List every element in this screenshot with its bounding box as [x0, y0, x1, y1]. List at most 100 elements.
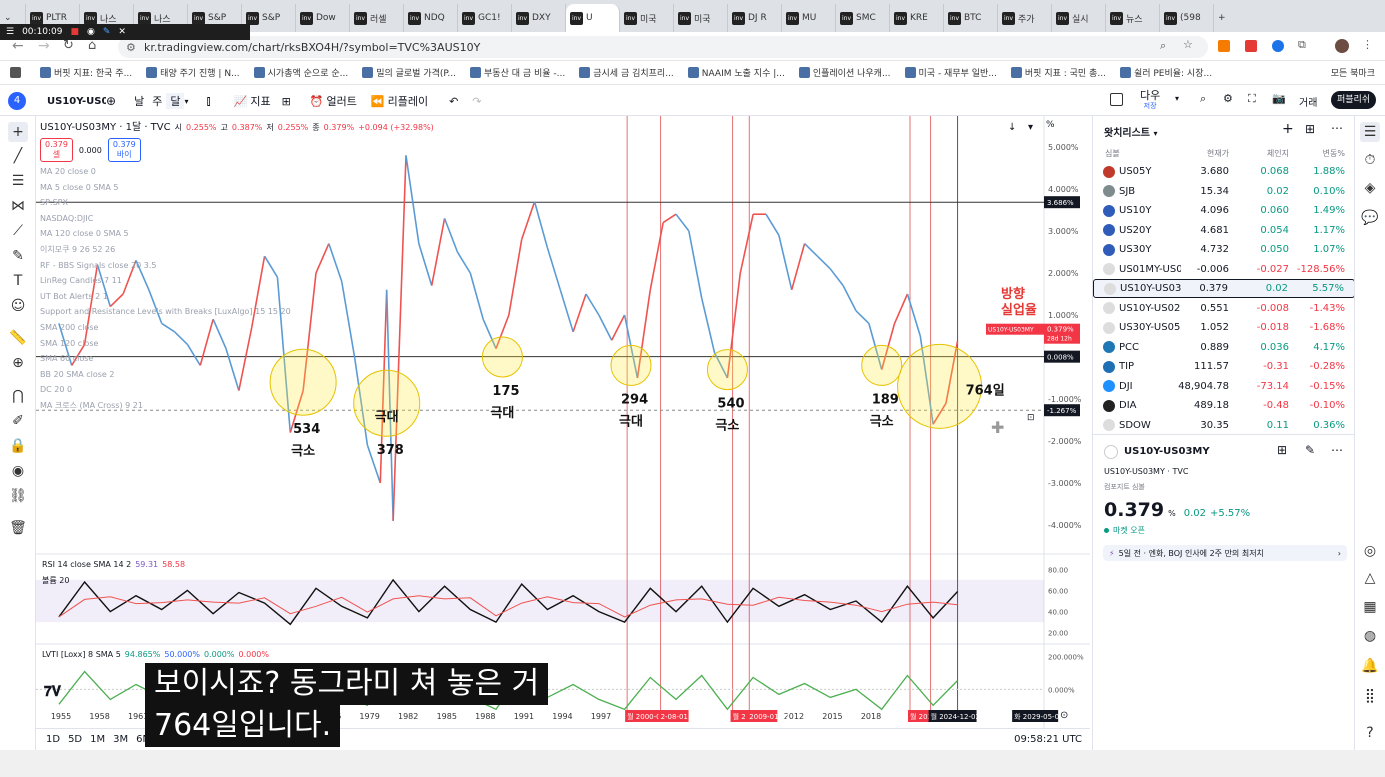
text-icon[interactable]: T — [8, 271, 28, 291]
browser-tab[interactable]: inv KRE — [890, 4, 944, 32]
watchlist-row[interactable]: US30Y-US05 1.052 -0.018 -1.68% — [1093, 318, 1355, 337]
bookmark-star-icon[interactable]: ☆ — [1183, 38, 1193, 51]
calendar-icon[interactable]: ▦ — [1360, 597, 1380, 617]
browser-tab[interactable]: inv 실시 — [1052, 4, 1106, 32]
extensions-icon[interactable]: ⧉ — [1298, 38, 1306, 52]
pen-icon[interactable]: ✎ — [103, 27, 111, 37]
legend-title[interactable]: US10Y-US03MY · 1달 · TVC — [40, 120, 171, 135]
all-bookmarks[interactable]: 모든 북마크 — [1331, 66, 1375, 79]
col-last[interactable]: 현재가 — [1207, 148, 1229, 159]
clock-time[interactable]: 09:58:21 UTC — [1014, 734, 1082, 745]
lvti-label[interactable]: LVTI [Loxx] 8 SMA 5 — [42, 650, 121, 659]
candle-type-icon[interactable]: ⫾ — [206, 94, 210, 109]
broadcast-icon[interactable]: ◍ — [1360, 626, 1380, 646]
templates-icon[interactable]: ⊞ — [282, 95, 291, 108]
quick-search-icon[interactable]: ⌕ — [1200, 92, 1206, 106]
camera-icon[interactable]: ◉ — [87, 27, 95, 37]
add-symbol-icon[interactable]: ⊕ — [106, 94, 116, 108]
news-item[interactable]: ⚡ 5일 전 · 엔화, BOJ 인사에 2주 만의 최저치 › — [1103, 545, 1347, 561]
emoji-icon[interactable]: ☺ — [8, 296, 28, 316]
apps-grid-icon[interactable]: ⣿ — [1360, 686, 1380, 706]
indicator-item[interactable]: SMA 200 close — [40, 320, 434, 336]
browser-tab[interactable]: inv DJ R — [728, 4, 782, 32]
profile-avatar[interactable] — [1335, 39, 1349, 53]
reload-icon[interactable]: ↻ — [63, 38, 74, 53]
range-button[interactable]: 1D — [46, 734, 60, 745]
timezone-settings-icon[interactable]: ⊙ — [1060, 710, 1068, 721]
ruler-icon[interactable]: 📏 — [8, 328, 28, 348]
crosshair-icon[interactable]: + — [8, 122, 28, 142]
watchlist-row[interactable]: SJB 15.34 0.02 0.10% — [1093, 182, 1355, 201]
indicator-item[interactable]: NASDAQ:DJIC — [40, 211, 434, 227]
bookmark-item[interactable]: 태양 주기 진행 | N... — [146, 66, 240, 79]
indicator-item[interactable]: BB 20 SMA close 2 — [40, 367, 434, 383]
trade-button[interactable]: 거래 — [1299, 94, 1317, 109]
extension-icon-2[interactable] — [1245, 40, 1257, 52]
fib-icon[interactable]: ☰ — [8, 171, 28, 191]
bookmark-item[interactable]: 쉴러 PE비율: 시장... — [1119, 66, 1212, 79]
indicator-item[interactable]: RF - BBS Signals close 20 3.5 — [40, 258, 434, 274]
eye-icon[interactable]: ◉ — [8, 461, 28, 481]
watchlist-row[interactable]: DIA 489.18 -0.48 -0.10% — [1093, 396, 1355, 415]
pattern-icon[interactable]: ⋈ — [8, 196, 28, 216]
bookmark-item[interactable]: 미국 - 재무부 일반... — [904, 66, 997, 79]
trash-icon[interactable]: 🗑 — [8, 518, 28, 538]
tv-logo-avatar[interactable]: 4 — [8, 92, 26, 110]
zoom-icon[interactable]: ⌕ — [1160, 39, 1166, 53]
bookmark-item[interactable]: 버핏 지표: 한국 주... — [40, 66, 132, 79]
layout-square-icon[interactable] — [1110, 93, 1123, 106]
indicator-item[interactable]: SMA 60 close — [40, 351, 434, 367]
snapshot-camera-icon[interactable]: 📷 — [1272, 92, 1286, 105]
range-button[interactable]: 1M — [90, 734, 105, 745]
advanced-view-icon[interactable]: ⊞ — [1305, 122, 1315, 136]
scroll-down-icon[interactable]: ↓ — [1008, 122, 1016, 133]
chart-menu-icon[interactable]: ▾ — [1028, 122, 1033, 133]
interval-month[interactable]: 달 — [166, 93, 185, 109]
add-symbol-plus-icon[interactable]: + — [1282, 121, 1294, 137]
trend-line-icon[interactable]: ╱ — [8, 146, 28, 166]
buy-button[interactable]: 0.379 바이 — [107, 138, 141, 162]
alerts-clock-icon[interactable]: ⏱ — [1360, 150, 1380, 170]
watchlist-title[interactable]: 왓치리스트 ▾ — [1104, 124, 1158, 139]
settings-gear-icon[interactable]: ⚙ — [1223, 92, 1233, 105]
target-icon[interactable]: ◎ — [1360, 541, 1380, 561]
browser-tab[interactable]: inv Dow — [296, 4, 350, 32]
url-input[interactable]: ⚙ kr.tradingview.com/chart/rksBXO4H/?sym… — [118, 36, 1208, 58]
watchlist-row[interactable]: US10Y-US03 0.379 0.02 5.57% — [1093, 279, 1355, 298]
watchlist-icon[interactable]: ☰ — [1360, 122, 1380, 142]
stay-drawing-icon[interactable]: ✐ — [8, 411, 28, 431]
watchlist-row[interactable]: TIP 111.57 -0.31 -0.28% — [1093, 357, 1355, 376]
range-button[interactable]: 5D — [68, 734, 82, 745]
detail-more-icon[interactable]: ⋯ — [1331, 443, 1343, 457]
link-icon[interactable]: ⛓ — [8, 486, 28, 506]
interval-dropdown-icon[interactable]: ▾ — [184, 97, 188, 106]
redo-icon[interactable]: ↷ — [472, 95, 481, 108]
watchlist-row[interactable]: US10Y 4.096 0.060 1.49% — [1093, 201, 1355, 220]
detail-edit-icon[interactable]: ✎ — [1305, 443, 1315, 457]
watchlist-row[interactable]: US20Y 4.681 0.054 1.17% — [1093, 221, 1355, 240]
interval-day[interactable]: 날 — [130, 93, 148, 109]
extension-icon-1[interactable] — [1218, 40, 1230, 52]
browser-tab[interactable]: inv 주가 — [998, 4, 1052, 32]
watchlist-row[interactable]: US30Y 4.732 0.050 1.07% — [1093, 240, 1355, 259]
bookmark-item[interactable]: 시가총액 순으로 순... — [253, 66, 348, 79]
indicator-item[interactable]: MA 5 close 0 SMA 5 — [40, 180, 434, 196]
forward-icon[interactable]: → — [38, 38, 50, 54]
magnet-icon[interactable]: ⋂ — [8, 386, 28, 406]
browser-tab[interactable]: inv U — [566, 4, 620, 32]
col-chgp[interactable]: 변동% — [1323, 148, 1345, 159]
browser-tab[interactable]: inv BTC — [944, 4, 998, 32]
watchlist-row[interactable]: US05Y 3.680 0.068 1.88% — [1093, 162, 1355, 181]
layout-dropdown-icon[interactable]: ▾ — [1175, 94, 1179, 103]
extension-icon-3[interactable] — [1272, 40, 1284, 52]
browser-tab[interactable]: inv DXY — [512, 4, 566, 32]
home-icon[interactable]: ⌂ — [88, 38, 96, 53]
recorder-menu-icon[interactable]: ☰ — [6, 27, 14, 37]
help-icon[interactable]: ? — [1360, 723, 1380, 743]
browser-tab[interactable]: inv SMC — [836, 4, 890, 32]
layers-icon[interactable]: ◈ — [1360, 178, 1380, 198]
back-icon[interactable]: ← — [12, 38, 24, 54]
detail-symbol[interactable]: US10Y-US03MY — [1124, 446, 1210, 457]
browser-tab[interactable]: inv NDQ — [404, 4, 458, 32]
browser-tab[interactable]: inv 뉴스 — [1106, 4, 1160, 32]
